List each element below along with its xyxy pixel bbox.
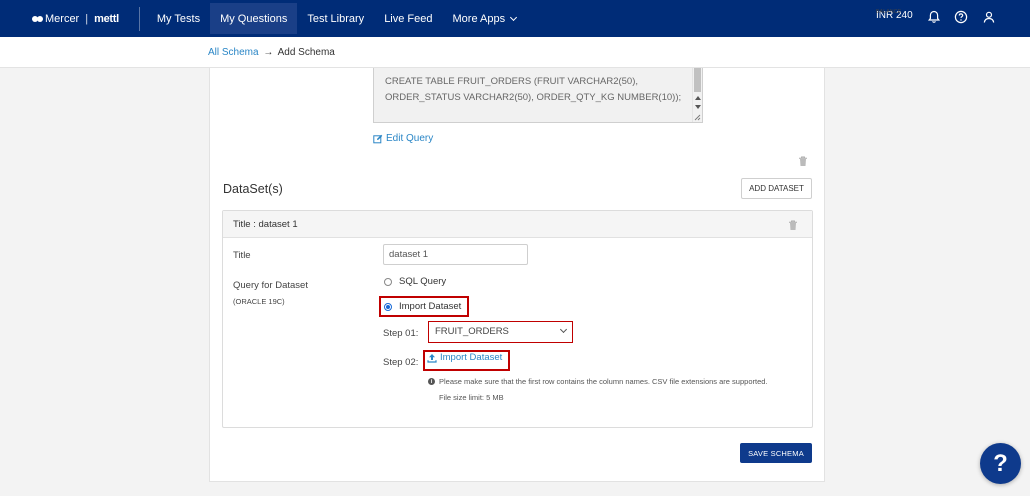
breadcrumb-separator: →	[263, 47, 274, 58]
query-text: CREATE TABLE FRUIT_ORDERS (FRUIT VARCHAR…	[385, 76, 682, 103]
scroll-up-arrow-icon[interactable]	[695, 96, 701, 100]
breadcrumb-all-schema[interactable]: All Schema	[208, 47, 259, 58]
step-01-selected-value: FRUIT_ORDERS	[435, 326, 509, 337]
help-fab-button[interactable]: ?	[980, 443, 1021, 484]
import-hint-text: Please make sure that the first row cont…	[439, 377, 768, 386]
step-01-label: Step 01:	[383, 328, 419, 339]
scroll-down-arrow-icon[interactable]	[695, 105, 701, 109]
datasets-heading: DataSet(s)	[223, 182, 283, 196]
dataset-panel-title: Title : dataset 1	[233, 219, 298, 230]
nav-item-more-apps-label: More Apps	[452, 12, 506, 25]
brand-name: Mercer	[45, 12, 80, 25]
chevron-down-icon	[559, 325, 568, 334]
nav-item-my-tests[interactable]: My Tests	[147, 0, 210, 37]
step-01-table-select[interactable]: FRUIT_ORDERS	[429, 322, 572, 342]
radio-sql-query-label: SQL Query	[399, 276, 447, 287]
step-02-label: Step 02:	[383, 357, 419, 368]
radio-sql-query-circle[interactable]	[384, 277, 392, 286]
import-dataset-link[interactable]: Import Dataset	[427, 352, 502, 363]
nav-item-test-library[interactable]: Test Library	[297, 0, 374, 37]
balance-display: BALANCE INR 240	[876, 10, 913, 21]
radio-sql-query[interactable]: SQL Query	[384, 276, 446, 287]
import-hint: i Please make sure that the first row co…	[428, 377, 768, 386]
breadcrumb: All Schema → Add Schema	[208, 47, 335, 58]
sub-brand-name: mettl	[94, 12, 119, 25]
scrollbar-thumb[interactable]	[694, 68, 701, 92]
import-dataset-link-label: Import Dataset	[440, 352, 503, 363]
chevron-down-icon	[510, 13, 518, 21]
dataset-panel-header: Title : dataset 1	[223, 211, 812, 238]
file-size-limit: File size limit: 5 MB	[439, 393, 504, 402]
nav-divider	[138, 6, 140, 31]
brand-separator: |	[85, 12, 89, 25]
info-icon: i	[428, 378, 435, 385]
dataset-panel: Title : dataset 1 Title dataset 1 Query …	[222, 210, 813, 428]
nav-item-my-questions[interactable]: My Questions	[210, 3, 298, 34]
help-circle-icon[interactable]	[954, 10, 968, 24]
edit-icon	[373, 134, 383, 143]
query-textarea[interactable]: CREATE TABLE FRUIT_ORDERS (FRUIT VARCHAR…	[373, 68, 703, 123]
radio-import-dataset-label: Import Dataset	[399, 301, 462, 312]
delete-query-trash-icon[interactable]	[798, 156, 808, 167]
edit-query-label: Edit Query	[386, 133, 434, 144]
nav-item-more-apps[interactable]: More Apps	[443, 0, 527, 37]
user-icon[interactable]	[982, 10, 996, 24]
breadcrumb-current: Add Schema	[277, 47, 335, 58]
title-label: Title	[233, 250, 251, 261]
radio-import-dataset-circle[interactable]	[384, 302, 392, 311]
add-dataset-button[interactable]: ADD DATASET	[741, 178, 812, 199]
nav-items: My Tests My Questions Test Library Live …	[147, 0, 526, 37]
resize-grip-icon[interactable]	[693, 113, 701, 121]
edit-query-link[interactable]: Edit Query	[373, 133, 433, 144]
balance-label: BALANCE	[876, 9, 902, 15]
database-version-label: (ORACLE 19C)	[233, 297, 285, 306]
upload-icon	[427, 353, 437, 363]
brand-logo[interactable]: Mercer | mettl	[32, 0, 119, 37]
save-schema-button[interactable]: SAVE SCHEMA	[740, 443, 812, 463]
mercer-logo-icon	[32, 15, 43, 22]
radio-import-dataset[interactable]: Import Dataset	[384, 301, 461, 312]
dataset-title-input[interactable]: dataset 1	[383, 244, 528, 265]
nav-item-live-feed[interactable]: Live Feed	[374, 0, 442, 37]
top-nav: Mercer | mettl My Tests My Questions Tes…	[0, 0, 1030, 37]
breadcrumb-bar: All Schema → Add Schema	[0, 37, 1030, 68]
delete-dataset-trash-icon[interactable]	[788, 220, 798, 231]
query-for-dataset-label: Query for Dataset	[233, 280, 308, 291]
bell-icon[interactable]	[927, 10, 941, 24]
schema-form-card: CREATE TABLE FRUIT_ORDERS (FRUIT VARCHAR…	[209, 68, 825, 482]
